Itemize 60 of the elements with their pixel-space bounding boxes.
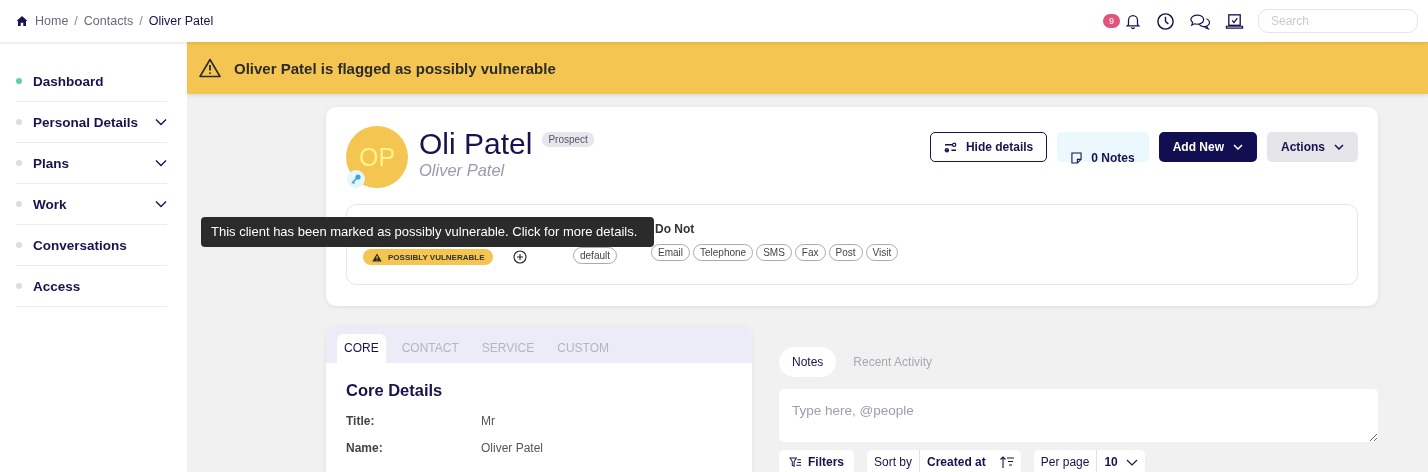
breadcrumb-link[interactable]: Oliver Patel (148, 14, 214, 28)
sort-field-button[interactable]: Created at (919, 450, 993, 472)
sliders-icon (943, 141, 957, 153)
action-button[interactable]: Hide details (929, 132, 1048, 162)
warning-icon (372, 252, 382, 262)
action-button[interactable]: Actions (1267, 132, 1358, 162)
sort-icon[interactable] (998, 455, 1015, 469)
filter-icon (789, 456, 802, 468)
client-name: Oli Patel (419, 127, 533, 161)
per-page-select[interactable]: 10 (1096, 450, 1145, 472)
notification-count: 9 (1103, 14, 1120, 28)
filters-button[interactable]: Filters (779, 450, 854, 472)
action-button[interactable]: Add New (1158, 132, 1257, 162)
vulnerable-badge[interactable]: POSSIBLY VULNERABLE (363, 249, 494, 265)
note-input-field[interactable]: Type here, @people (779, 389, 1378, 442)
sidebar-item[interactable]: Plans (16, 143, 167, 184)
chat-icon[interactable] (1189, 11, 1211, 31)
status-tag: Prospect (542, 131, 594, 147)
breadcrumb-link[interactable]: Contacts (83, 14, 134, 28)
channel-tag: Telephone (693, 244, 754, 261)
home-icon[interactable] (16, 15, 28, 27)
channel-tag: SMS (756, 244, 792, 261)
per-page-label: Per page (1039, 454, 1091, 471)
field-value: Oliver Patel (481, 441, 544, 457)
details-tab[interactable]: CORE (337, 334, 386, 363)
client-full-name: Oliver Patel (419, 161, 506, 180)
key-icon (347, 170, 365, 188)
field-value: Mr (481, 414, 495, 430)
warning-icon (199, 58, 221, 78)
sidebar-item[interactable]: Access (16, 266, 167, 307)
sidebar-item[interactable]: Conversations (16, 225, 167, 266)
note-icon (1071, 151, 1083, 164)
caret-icon (1334, 144, 1344, 150)
breadcrumb-separator: / (139, 14, 143, 28)
sidebar-item[interactable]: Dashboard (16, 61, 167, 102)
avatar: OP (346, 126, 408, 188)
add-icon[interactable] (513, 250, 528, 264)
bell-icon[interactable] (1124, 12, 1142, 30)
channel-tag: Post (828, 244, 863, 261)
channel-tag: Email (651, 244, 690, 261)
channel-tag: Visit (865, 244, 899, 261)
segment-tag: default (573, 247, 618, 264)
sidebar-item[interactable]: Personal Details (16, 102, 167, 143)
breadcrumb-separator: / (74, 14, 78, 28)
channel-tag: Fax (794, 244, 826, 261)
breadcrumb-link[interactable]: Home (35, 14, 69, 28)
sort-label: Sort by (873, 454, 914, 471)
notes-tab[interactable]: Notes (779, 347, 837, 377)
laptop-check-icon[interactable] (1225, 11, 1244, 31)
warning-text: Oliver Patel is flagged as possibly vulnerable (234, 59, 556, 77)
sidebar-item[interactable]: Work (16, 184, 167, 225)
section-heading: Core Details (346, 381, 444, 400)
caret-icon (1125, 458, 1138, 466)
field-label: Name: (346, 441, 384, 457)
action-button[interactable]: 0 Notes (1057, 132, 1149, 162)
do-not-heading: Do Not (655, 222, 696, 236)
tooltip: This client has been marked as possibly vulnerable. Click for more details. (201, 217, 654, 247)
field-label: Title: (346, 414, 376, 430)
caret-icon (1233, 144, 1243, 150)
clock-icon[interactable] (1156, 11, 1175, 31)
